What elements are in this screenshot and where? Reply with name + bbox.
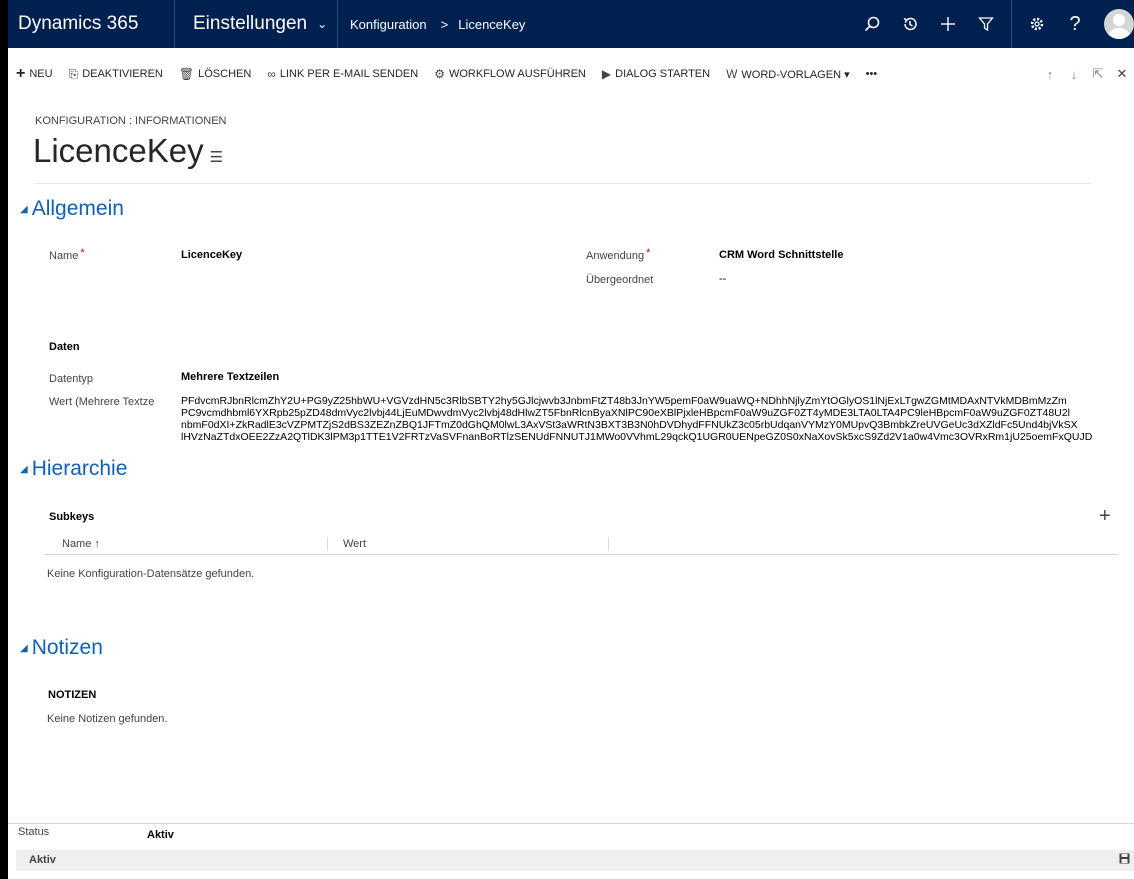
value-text-line: lHVzNaZTdxOEE2ZzA2QTlDK3lPM3p1TTE1V2FRTz… xyxy=(181,431,1093,443)
deactivate-button-label: DEAKTIVIEREN xyxy=(82,68,163,80)
column-separator xyxy=(608,537,609,551)
breadcrumb-item-record[interactable]: LicenceKey xyxy=(458,17,525,32)
column-header-value[interactable]: Wert xyxy=(343,538,366,550)
name-field-label: Name * xyxy=(49,247,85,262)
new-button[interactable]: + NEU xyxy=(8,60,61,88)
record-title: LicenceKey ☰ xyxy=(33,132,223,170)
status-field-value: Aktiv xyxy=(147,829,174,841)
section-general-header[interactable]: ◢ Allgemein xyxy=(20,197,124,221)
footer-divider xyxy=(8,823,1134,824)
link-icon: ∞ xyxy=(267,67,276,81)
datatype-field-label: Datentyp xyxy=(49,373,94,385)
email-link-button[interactable]: ∞ LINK PER E-MAIL SENDEN xyxy=(259,60,426,88)
expand-icon[interactable]: ⇱ xyxy=(1086,66,1110,82)
subkeys-grid-header: Name ↑ Wert xyxy=(44,535,1118,555)
more-commands-button[interactable]: ••• xyxy=(858,60,886,88)
command-bar: + NEU ⎘ DEAKTIVIEREN 🗑 LÖSCHEN ∞ LINK PER E-MAI… xyxy=(8,60,1134,88)
top-navigation-bar: Dynamics 365 Einstellungen ⌄ Konfigurati… xyxy=(0,0,1134,48)
word-templates-button[interactable]: W WORD-VORLAGEN ▾ xyxy=(718,60,858,88)
workflow-icon: ⚙ xyxy=(434,67,445,81)
value-text-line: PFdvcmRJbnRlcmZhY2U+PG9yZ25hbWU+VGVzdHN5… xyxy=(181,395,1067,407)
word-icon: W xyxy=(726,67,738,81)
word-templates-button-label: WORD-VORLAGEN ▾ xyxy=(741,68,850,81)
value-text-line: PC9vcmdhbml6YXRpb25pZD48dmVyc2lvbj44LjEu… xyxy=(181,407,1070,419)
required-asterisk-icon: * xyxy=(646,247,651,259)
nav-left-edge xyxy=(0,0,8,48)
breadcrumb-separator-icon: > xyxy=(440,16,449,32)
section-hierarchy-header[interactable]: ◢ Hierarchie xyxy=(20,457,127,481)
status-field-label: Status xyxy=(18,826,50,838)
form-menu-icon[interactable]: ☰ xyxy=(210,148,223,166)
value-field-label: Wert (Mehrere Textze xyxy=(49,396,155,408)
subkeys-empty-message: Keine Konfiguration-Datensätze gefunden. xyxy=(47,568,255,580)
plus-icon[interactable] xyxy=(929,0,967,48)
arrow-up-icon[interactable]: ↑ xyxy=(1038,67,1062,82)
new-button-label: NEU xyxy=(29,68,53,80)
status-bar-text: Aktiv xyxy=(29,854,56,866)
section-hierarchy-title: Hierarchie xyxy=(31,457,128,480)
email-link-button-label: LINK PER E-MAIL SENDEN xyxy=(279,68,419,80)
data-subsection-title: Daten xyxy=(49,341,80,353)
close-icon[interactable]: ✕ xyxy=(1110,66,1134,82)
required-asterisk-icon: * xyxy=(80,247,85,259)
collapse-triangle-icon: ◢ xyxy=(20,463,28,475)
filter-icon[interactable] xyxy=(967,0,1005,48)
deactivate-button[interactable]: ⎘ DEAKTIVIEREN xyxy=(61,60,171,88)
history-icon[interactable] xyxy=(891,0,929,48)
help-icon[interactable]: ? xyxy=(1056,0,1094,48)
value-field-textarea[interactable]: PFdvcmRJbnRlcmZhY2U+PG9yZ25hbWU+VGVzdHN5… xyxy=(181,395,1126,443)
user-avatar[interactable] xyxy=(1104,9,1134,39)
more-commands-button-label: ••• xyxy=(865,68,878,80)
parent-field-value[interactable]: -- xyxy=(719,273,726,285)
nav-divider xyxy=(1011,0,1012,48)
app-brand[interactable]: Dynamics 365 xyxy=(8,0,175,48)
section-notes-title: Notizen xyxy=(31,636,103,659)
parent-field-label: Übergeordnet xyxy=(586,274,654,286)
gear-icon[interactable] xyxy=(1018,0,1056,48)
collapse-triangle-icon: ◢ xyxy=(20,642,28,654)
collapse-triangle-icon: ◢ xyxy=(20,203,28,215)
header-divider xyxy=(35,183,1091,184)
column-separator xyxy=(327,537,328,551)
notes-title: NOTIZEN xyxy=(48,689,97,701)
trash-icon: 🗑 xyxy=(178,67,195,81)
breadcrumb-item-configuration[interactable]: Konfiguration xyxy=(350,17,427,32)
name-label-text: Name xyxy=(49,250,79,262)
left-edge-stripe xyxy=(0,48,8,879)
search-icon[interactable] xyxy=(853,0,891,48)
start-dialog-button[interactable]: ▶ DIALOG STARTEN xyxy=(594,60,718,88)
area-switcher[interactable]: Einstellungen ⌄ xyxy=(175,0,338,48)
dialog-icon: ▶ xyxy=(601,67,612,81)
area-label: Einstellungen xyxy=(193,13,308,34)
run-workflow-button[interactable]: ⚙ WORKFLOW AUSFÜHREN xyxy=(426,60,594,88)
delete-button[interactable]: 🗑 LÖSCHEN xyxy=(171,60,259,88)
record-navigation: ↑ ↓ ⇱ ✕ xyxy=(1038,66,1134,82)
delete-button-label: LÖSCHEN xyxy=(198,68,252,80)
application-field-label: Anwendung * xyxy=(586,247,651,262)
value-text-line: nbmF0dXI+ZkRadlE3cVZPMTZjS2dBS3ZEZnZBQ1J… xyxy=(181,419,1078,431)
name-field-value[interactable]: LicenceKey xyxy=(181,249,242,261)
deactivate-icon: ⎘ xyxy=(68,66,79,81)
run-workflow-button-label: WORKFLOW AUSFÜHREN xyxy=(448,68,586,80)
save-icon[interactable] xyxy=(1119,853,1130,867)
notes-empty-message: Keine Notizen gefunden. xyxy=(47,713,168,725)
subkeys-grid-title: Subkeys xyxy=(49,511,95,523)
nav-icon-group: ? xyxy=(853,0,1134,48)
status-bar: Aktiv xyxy=(16,850,1134,871)
section-general-title: Allgemein xyxy=(31,197,124,220)
section-notes-header[interactable]: ◢ Notizen xyxy=(20,636,103,660)
arrow-down-icon[interactable]: ↓ xyxy=(1062,67,1086,82)
column-header-name[interactable]: Name ↑ xyxy=(62,538,100,550)
application-label-text: Anwendung xyxy=(586,250,645,262)
application-field-value[interactable]: CRM Word Schnittstelle xyxy=(719,249,843,261)
add-subkey-plus-icon[interactable]: + xyxy=(1099,505,1111,528)
chevron-down-icon: ⌄ xyxy=(317,17,328,31)
record-title-text: LicenceKey xyxy=(33,132,204,169)
start-dialog-button-label: DIALOG STARTEN xyxy=(615,68,711,80)
datatype-field-value[interactable]: Mehrere Textzeilen xyxy=(181,371,279,383)
entity-form-label: KONFIGURATION : INFORMATIONEN xyxy=(35,115,227,127)
breadcrumb: Konfiguration > LicenceKey xyxy=(338,0,853,48)
plus-icon: + xyxy=(16,65,26,82)
